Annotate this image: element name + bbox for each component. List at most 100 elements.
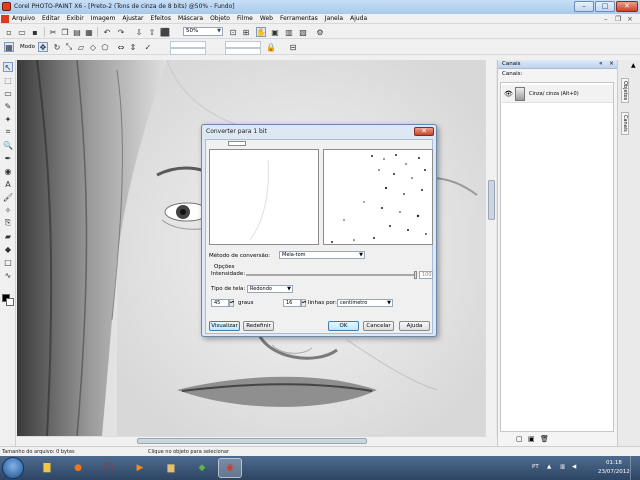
docker-collapse-icon[interactable]: « xyxy=(599,60,603,67)
firefox-icon[interactable]: ● xyxy=(66,458,90,478)
paint-tool-icon[interactable]: 🖌 xyxy=(3,192,13,202)
pan-icon[interactable]: ✋ xyxy=(256,27,266,37)
align-icon[interactable]: ⊟ xyxy=(288,42,298,52)
menu-janela[interactable]: Janela xyxy=(325,15,343,22)
menu-ajuda[interactable]: Ajuda xyxy=(350,15,367,22)
apply-transform-icon[interactable]: ✓ xyxy=(143,42,153,52)
minimize-button[interactable]: – xyxy=(574,1,594,12)
rotate-icon[interactable]: ↻ xyxy=(52,42,62,52)
background-color-swatch[interactable] xyxy=(6,298,14,306)
close-button[interactable]: ✕ xyxy=(616,1,638,12)
menu-mascara[interactable]: Máscara xyxy=(178,15,203,22)
import-icon[interactable]: ⇩ xyxy=(134,27,144,37)
intensity-field[interactable]: 100 xyxy=(419,271,433,279)
show-grid-icon[interactable]: ▥ xyxy=(284,27,294,37)
opera-icon[interactable]: ◯ xyxy=(97,458,121,478)
mdi-close-icon[interactable]: × xyxy=(627,15,633,23)
original-preview[interactable] xyxy=(209,149,319,245)
method-select[interactable]: Meia-tom ▼ xyxy=(279,251,365,259)
language-indicator[interactable]: PT xyxy=(532,464,539,470)
crop-tool-icon[interactable]: ⌗ xyxy=(3,127,13,137)
angle-spinner[interactable]: ▴▾ xyxy=(229,299,234,307)
delete-channel-icon[interactable]: 🗑 xyxy=(540,435,549,443)
start-button[interactable] xyxy=(2,457,24,479)
show-desktop-button[interactable] xyxy=(630,456,640,480)
tab-canais[interactable]: Canais xyxy=(621,112,629,135)
copy-icon[interactable]: ❐ xyxy=(60,27,70,37)
new-file-icon[interactable]: ▫ xyxy=(4,27,14,37)
document-icon[interactable] xyxy=(1,15,9,23)
paste-object-icon[interactable]: ▦ xyxy=(84,27,94,37)
paste-icon[interactable]: ▤ xyxy=(72,27,82,37)
lines-spinner[interactable]: ▴▾ xyxy=(301,299,306,307)
corel-draw-icon[interactable]: ◆ xyxy=(190,458,214,478)
horizontal-scrollbar[interactable] xyxy=(17,436,485,445)
position-x-field[interactable] xyxy=(170,41,206,48)
lock-ratio-icon[interactable]: 🔒 xyxy=(266,42,276,52)
corel-photo-paint-icon[interactable]: ◉ xyxy=(218,458,242,478)
unit-select[interactable]: centímetro ▼ xyxy=(337,299,393,307)
fill-tool-icon[interactable]: ◆ xyxy=(3,244,13,254)
mask-transform-tool-icon[interactable]: ⬚ xyxy=(3,75,13,85)
menu-web[interactable]: Web xyxy=(260,15,273,22)
show-rulers-icon[interactable]: ▧ xyxy=(298,27,308,37)
ok-button[interactable]: OK xyxy=(328,321,359,331)
zoom-tool-icon[interactable]: 🔍 xyxy=(3,140,13,150)
skew-icon[interactable]: ▱ xyxy=(76,42,86,52)
full-screen-icon[interactable]: ▣ xyxy=(270,27,280,37)
position-y-field[interactable] xyxy=(170,48,206,55)
vertical-scrollbar[interactable] xyxy=(485,60,496,437)
new-channel-icon[interactable]: ▢ xyxy=(516,435,523,443)
zoom-100-icon[interactable]: ⊡ xyxy=(228,27,238,37)
eyedropper-tool-icon[interactable]: ✒ xyxy=(3,153,13,163)
scroll-thumb[interactable] xyxy=(137,438,367,444)
maximize-button[interactable]: □ xyxy=(595,1,615,12)
channel-row[interactable]: 👁 Cinza/ cinza (Alt+0) xyxy=(502,85,613,103)
flip-vertical-icon[interactable]: ⇕ xyxy=(128,42,138,52)
intensity-slider-thumb[interactable] xyxy=(414,271,417,279)
preview-pan-handle[interactable] xyxy=(228,141,246,146)
mask-mode-icon[interactable]: ▦ xyxy=(4,42,14,52)
menu-exibir[interactable]: Exibir xyxy=(67,15,84,22)
rectangle-mask-tool-icon[interactable]: ▭ xyxy=(3,88,13,98)
menu-efeitos[interactable]: Efeitos xyxy=(151,15,171,22)
network-icon[interactable]: ▥ xyxy=(560,464,565,470)
result-preview[interactable] xyxy=(323,149,433,245)
windows-explorer-icon[interactable]: ▇ xyxy=(35,458,59,478)
reset-button[interactable]: Redefinir xyxy=(243,321,274,331)
lasso-mask-tool-icon[interactable]: ✎ xyxy=(3,101,13,111)
docker-close-icon[interactable]: × xyxy=(609,60,614,67)
volume-icon[interactable]: ◀ xyxy=(572,464,576,470)
menu-objeto[interactable]: Objeto xyxy=(210,15,230,22)
perspective-icon[interactable]: ⬠ xyxy=(100,42,110,52)
zoom-fit-icon[interactable]: ⊞ xyxy=(241,27,251,37)
undo-icon[interactable]: ↶ xyxy=(102,27,112,37)
eraser-tool-icon[interactable]: ▰ xyxy=(3,231,13,241)
preview-button[interactable]: Visualizar xyxy=(209,321,240,331)
pick-tool-icon[interactable]: ↖ xyxy=(3,62,13,72)
options-icon[interactable]: ⚙ xyxy=(315,27,325,37)
magic-wand-tool-icon[interactable]: ✦ xyxy=(3,114,13,124)
save-channel-icon[interactable]: ▣ xyxy=(528,435,535,443)
transform-position-icon[interactable]: ✥ xyxy=(38,42,48,52)
shape-tool-icon[interactable]: □ xyxy=(3,257,13,267)
scroll-thumb[interactable] xyxy=(488,180,495,220)
angle-field[interactable]: 45 xyxy=(211,299,229,307)
tray-arrow-icon[interactable]: ▲ xyxy=(547,464,551,470)
cancel-button[interactable]: Cancelar xyxy=(363,321,394,331)
menu-arquivo[interactable]: Arquivo xyxy=(12,15,35,22)
text-tool-icon[interactable]: A xyxy=(3,179,13,189)
mdi-minimize-icon[interactable]: – xyxy=(604,15,608,23)
tab-objetos[interactable]: Objetos xyxy=(621,78,629,104)
clock-date[interactable]: 23/07/2012 xyxy=(598,469,630,475)
save-icon[interactable]: ▪ xyxy=(30,27,40,37)
menu-ferramentas[interactable]: Ferramentas xyxy=(280,15,318,22)
scale-icon[interactable]: ⤡ xyxy=(64,42,74,52)
size-height-field[interactable] xyxy=(225,48,261,55)
effect-tool-icon[interactable]: ✧ xyxy=(3,205,13,215)
folder-icon[interactable]: ▆ xyxy=(159,458,183,478)
docker-scroll-up-icon[interactable]: ▲ xyxy=(631,62,636,69)
dialog-close-button[interactable]: ✕ xyxy=(414,127,434,136)
flip-horizontal-icon[interactable]: ⇔ xyxy=(116,42,126,52)
zoom-select[interactable]: 50% ▼ xyxy=(183,27,223,36)
